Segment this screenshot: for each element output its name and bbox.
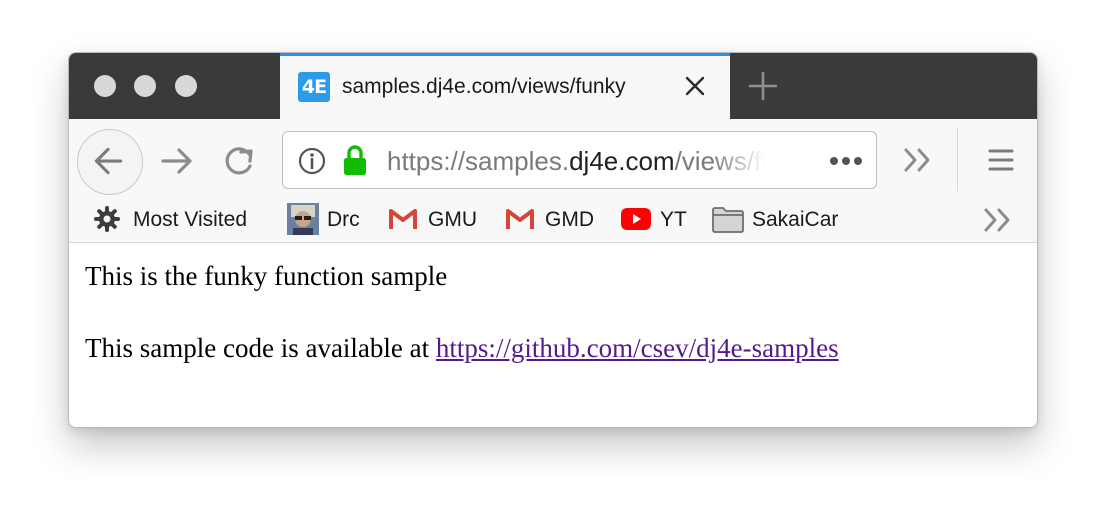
- lock-icon: [344, 145, 366, 175]
- url-path: /views/funky: [674, 146, 765, 176]
- close-window-button[interactable]: [94, 75, 116, 97]
- site-info-icon[interactable]: [297, 146, 327, 176]
- reload-icon[interactable]: [219, 141, 259, 181]
- gear-icon: [94, 206, 120, 232]
- address-bar[interactable]: https://samples.dj4e.com/views/funky: [282, 131, 877, 189]
- hamburger-menu-icon[interactable]: [986, 145, 1016, 175]
- tab-favicon-icon: 4E: [298, 72, 330, 102]
- active-tab[interactable]: 4E samples.dj4e.com/views/funky: [280, 53, 730, 119]
- bookmark-label: GMD: [545, 208, 594, 231]
- tab-active-indicator: [280, 53, 730, 56]
- content-heading-text: This is the funky function sample: [85, 261, 448, 291]
- github-link[interactable]: https://github.com/csev/dj4e-samples: [436, 333, 839, 363]
- bookmarks-bar: Most Visited Drc GMU GMD YT SakaiCar: [69, 195, 1037, 243]
- bookmark-label: Most Visited: [133, 208, 247, 231]
- title-bar: 4E samples.dj4e.com/views/funky: [69, 53, 1037, 119]
- new-tab-icon[interactable]: [747, 70, 779, 102]
- url-prefix: https://samples.: [387, 146, 570, 176]
- minimize-window-button[interactable]: [134, 75, 156, 97]
- zoom-window-button[interactable]: [175, 75, 197, 97]
- tab-close-icon[interactable]: [680, 71, 710, 101]
- url-host: dj4e.com: [569, 146, 675, 176]
- bookmarks-overflow-chevron-icon[interactable]: [982, 207, 1014, 233]
- content-paragraph: This sample code is available at https:/…: [85, 333, 839, 364]
- browser-window: 4E samples.dj4e.com/views/funky https://…: [68, 52, 1038, 428]
- nav-toolbar: https://samples.dj4e.com/views/funky: [69, 119, 1037, 195]
- page-actions-icon[interactable]: [829, 156, 863, 166]
- forward-arrow-icon[interactable]: [157, 141, 197, 181]
- avatar-icon: [287, 203, 319, 235]
- url-text: https://samples.dj4e.com/views/funky: [387, 146, 765, 177]
- back-arrow-icon: [94, 147, 123, 175]
- overflow-chevron-icon[interactable]: [901, 145, 935, 175]
- toolbar-divider: [957, 127, 958, 191]
- bookmark-label: Drc: [327, 208, 360, 231]
- gmail-icon: [506, 209, 534, 229]
- folder-icon: [712, 207, 744, 233]
- page-content: This is the funky function sample This s…: [69, 243, 1037, 427]
- back-button[interactable]: [77, 129, 143, 195]
- gmail-icon: [389, 209, 417, 229]
- content-paragraph-text: This sample code is available at: [85, 333, 436, 363]
- bookmark-label: GMU: [428, 208, 477, 231]
- youtube-icon: [621, 208, 651, 230]
- bookmark-label: SakaiCar: [752, 208, 839, 231]
- tab-title: samples.dj4e.com/views/funky: [342, 75, 626, 98]
- bookmark-label: YT: [660, 208, 687, 231]
